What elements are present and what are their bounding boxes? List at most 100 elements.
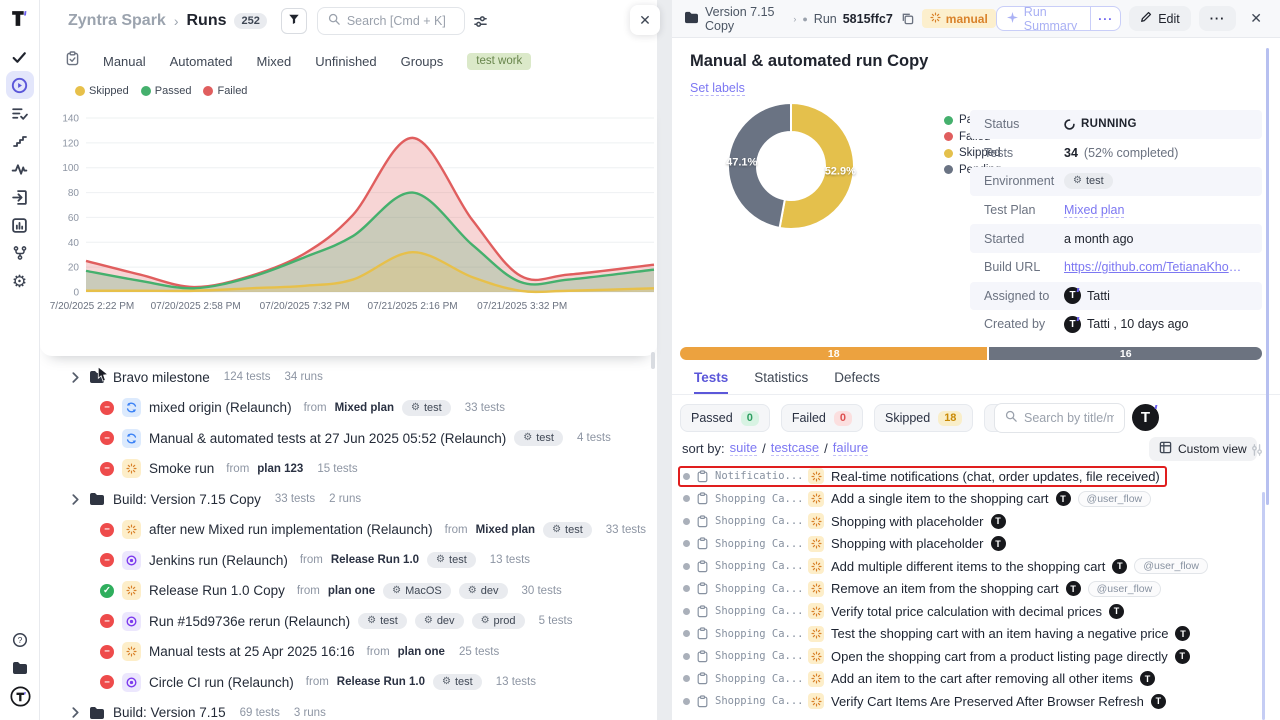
test-title[interactable]: Real-time notifications (chat, order upd…: [831, 469, 1160, 484]
run-title[interactable]: Jenkins run (Relaunch): [149, 553, 288, 568]
rail-item-folder[interactable]: [6, 654, 34, 682]
rail-item-stairs[interactable]: [6, 127, 34, 155]
copy-icon[interactable]: [901, 12, 914, 25]
test-row[interactable]: Shopping Ca...Add an item to the cart af…: [672, 668, 1272, 691]
run-row[interactable]: −Run #15d9736e rerun (Relaunch)⚙test⚙dev…: [40, 606, 657, 637]
chevron-right-icon[interactable]: [72, 707, 79, 718]
plan-name[interactable]: Release Run 1.0: [337, 676, 425, 688]
tests-search-input[interactable]: [1024, 411, 1114, 425]
set-labels-link[interactable]: Set labels: [690, 81, 745, 96]
rail-item-activity[interactable]: [6, 155, 34, 183]
run-row[interactable]: −Jenkins run (Relaunch)fromRelease Run 1…: [40, 545, 657, 576]
runs-tab-groups[interactable]: Groups: [401, 54, 444, 69]
run-title[interactable]: Release Run 1.0 Copy: [149, 583, 285, 598]
view-options-icon[interactable]: [473, 15, 488, 28]
test-row[interactable]: Shopping Ca...Shopping with placeholderT: [672, 533, 1272, 556]
more-actions-button[interactable]: ···: [1199, 6, 1237, 31]
run-group-row[interactable]: Build: Version 7.1569 tests3 runs: [40, 698, 657, 720]
runs-tab-mixed[interactable]: Mixed: [257, 54, 292, 69]
app-logo-icon[interactable]: [0, 8, 39, 29]
filter-pill-skipped[interactable]: Skipped18: [874, 404, 973, 432]
run-title[interactable]: Smoke run: [149, 461, 214, 476]
user-avatar[interactable]: T: [1132, 404, 1159, 431]
rail-item-gear[interactable]: ⚙: [6, 267, 34, 295]
test-row[interactable]: Shopping Ca...Remove an item from the sh…: [672, 578, 1272, 601]
test-title[interactable]: Add a single item to the shopping cart: [831, 491, 1049, 506]
clipboard-check-icon[interactable]: [66, 51, 79, 71]
sort-by-failure[interactable]: failure: [833, 440, 868, 456]
rail-item-branch[interactable]: [6, 239, 34, 267]
runs-tab-automated[interactable]: Automated: [170, 54, 233, 69]
rail-item-help[interactable]: ?: [6, 626, 34, 654]
tab-tests[interactable]: Tests: [694, 370, 728, 394]
rail-item-chart-box[interactable]: [6, 211, 34, 239]
run-row[interactable]: −Manual tests at 25 Apr 2025 16:16frompl…: [40, 637, 657, 668]
filter-button[interactable]: [281, 8, 307, 34]
test-title[interactable]: Shopping with placeholder: [831, 514, 984, 529]
plan-name[interactable]: Release Run 1.0: [331, 554, 419, 566]
test-plan-link[interactable]: Mixed plan: [1064, 203, 1124, 218]
test-title[interactable]: Verify total price calculation with deci…: [831, 604, 1102, 619]
test-row[interactable]: Shopping Ca...Add multiple different ite…: [672, 555, 1272, 578]
tab-defects[interactable]: Defects: [834, 370, 880, 394]
filter-tag-badge[interactable]: test work: [467, 53, 531, 70]
runs-tab-unfinished[interactable]: Unfinished: [315, 54, 376, 69]
run-row[interactable]: −Circle CI run (Relaunch)fromRelease Run…: [40, 667, 657, 698]
run-row[interactable]: −after new Mixed run implementation (Rel…: [40, 515, 657, 546]
test-title[interactable]: Remove an item from the shopping cart: [831, 581, 1059, 596]
run-title[interactable]: after new Mixed run implementation (Rela…: [149, 522, 433, 537]
run-group-row[interactable]: Bravo milestone124 tests34 runs: [40, 362, 657, 393]
test-row[interactable]: Notificatio...Real-time notifications (c…: [672, 465, 1272, 488]
filter-pill-passed[interactable]: Passed0: [680, 404, 770, 432]
test-title[interactable]: Verify Cart Items Are Preserved After Br…: [831, 694, 1144, 709]
test-row[interactable]: Shopping Ca...Add a single item to the s…: [672, 488, 1272, 511]
tests-list-scrollbar[interactable]: [1262, 492, 1265, 720]
custom-view-button[interactable]: Custom view: [1149, 437, 1257, 461]
sort-by-suite[interactable]: suite: [730, 440, 757, 456]
run-summary-button[interactable]: Run Summary ···: [996, 6, 1121, 31]
breadcrumb-folder[interactable]: Version 7.15 Copy: [705, 5, 787, 33]
column-settings-icon[interactable]: [1246, 443, 1264, 457]
close-detail-button[interactable]: ✕: [1244, 10, 1268, 27]
run-group-row[interactable]: Build: Version 7.15 Copy33 tests2 runs: [40, 484, 657, 515]
plan-name[interactable]: Mixed plan: [335, 402, 394, 414]
rail-item-play-circle[interactable]: [6, 71, 34, 99]
run-group-title[interactable]: Bravo milestone: [113, 370, 210, 385]
run-group-title[interactable]: Build: Version 7.15 Copy: [113, 492, 261, 507]
run-title[interactable]: Run #15d9736e rerun (Relaunch): [149, 614, 350, 629]
test-row[interactable]: Shopping Ca...Verify total price calcula…: [672, 600, 1272, 623]
test-title[interactable]: Open the shopping cart from a product li…: [831, 649, 1168, 664]
rail-item-import[interactable]: [6, 183, 34, 211]
runs-search-input[interactable]: [347, 14, 454, 28]
run-title[interactable]: Manual & automated tests at 27 Jun 2025 …: [149, 431, 506, 446]
close-runs-panel-button[interactable]: ✕: [630, 5, 660, 35]
run-title[interactable]: Circle CI run (Relaunch): [149, 675, 294, 690]
test-row[interactable]: Shopping Ca...Shopping with placeholderT: [672, 510, 1272, 533]
test-row[interactable]: Shopping Ca...Verify Cart Items Are Pres…: [672, 690, 1272, 713]
rail-item-logo-circle[interactable]: [6, 682, 34, 710]
run-row[interactable]: −mixed origin (Relaunch)fromMixed plan⚙t…: [40, 393, 657, 424]
breadcrumb-project[interactable]: Zyntra Spark: [68, 12, 166, 30]
plan-name[interactable]: plan one: [398, 646, 445, 658]
plan-name[interactable]: plan 123: [257, 463, 303, 475]
detail-panel-scrollbar[interactable]: [1266, 48, 1269, 505]
filter-pill-failed[interactable]: Failed0: [781, 404, 863, 432]
chevron-right-icon[interactable]: [72, 372, 79, 383]
run-group-title[interactable]: Build: Version 7.15: [113, 705, 226, 720]
test-title[interactable]: Test the shopping cart with an item havi…: [831, 626, 1168, 641]
test-row[interactable]: Shopping Ca...Open the shopping cart fro…: [672, 645, 1272, 668]
test-title[interactable]: Add multiple different items to the shop…: [831, 559, 1105, 574]
plan-name[interactable]: plan one: [328, 585, 375, 597]
tab-statistics[interactable]: Statistics: [754, 370, 808, 394]
rail-item-check[interactable]: [6, 43, 34, 71]
chevron-right-icon[interactable]: [72, 494, 79, 505]
edit-button[interactable]: Edit: [1129, 6, 1191, 31]
runs-tab-manual[interactable]: Manual: [103, 54, 146, 69]
run-row[interactable]: −Manual & automated tests at 27 Jun 2025…: [40, 423, 657, 454]
run-row[interactable]: −Smoke runfromplan 12315 tests: [40, 454, 657, 485]
run-row[interactable]: ✓Release Run 1.0 Copyfromplan one⚙MacOS⚙…: [40, 576, 657, 607]
rail-item-list-check[interactable]: [6, 99, 34, 127]
test-title[interactable]: Add an item to the cart after removing a…: [831, 671, 1133, 686]
run-title[interactable]: Manual tests at 25 Apr 2025 16:16: [149, 644, 355, 659]
build-url-link[interactable]: https://github.com/TetianaKhomen...: [1064, 260, 1246, 274]
